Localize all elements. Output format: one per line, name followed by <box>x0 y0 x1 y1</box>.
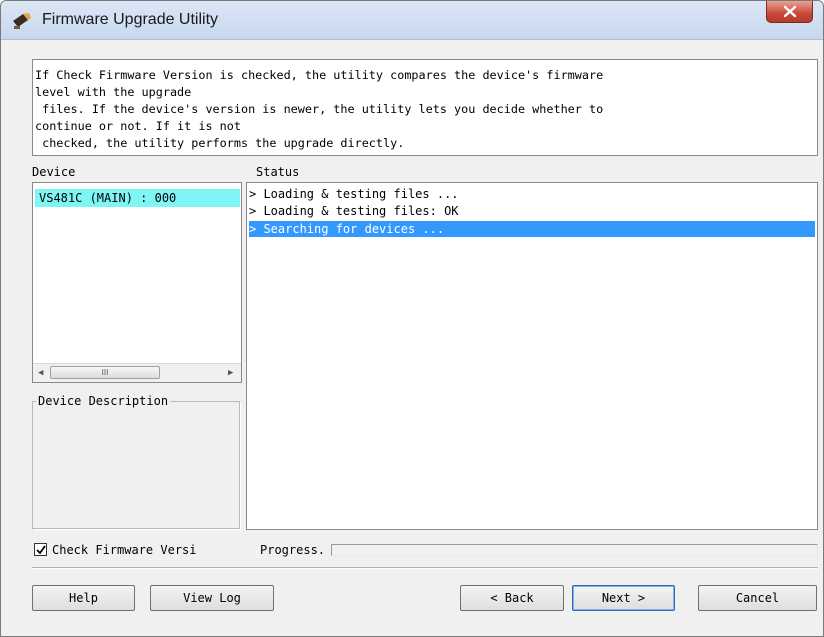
close-button[interactable] <box>766 1 813 23</box>
view-log-button[interactable]: View Log <box>150 585 274 611</box>
status-line: > Loading & testing files: OK <box>249 204 459 218</box>
next-button[interactable]: Next > <box>572 585 675 611</box>
device-list-scrollbar[interactable]: ◀ III ▶ <box>33 363 241 382</box>
scroll-right-icon[interactable]: ▶ <box>228 368 233 378</box>
check-firmware-label[interactable]: Check Firmware Versi <box>52 542 197 558</box>
progress-label: Progress. <box>260 543 326 557</box>
status-line-selected: > Searching for devices ... <box>249 221 815 237</box>
cancel-button[interactable]: Cancel <box>698 585 817 611</box>
status-label: Status <box>256 165 300 179</box>
scrollbar-thumb[interactable]: III <box>50 366 160 379</box>
separator <box>32 567 818 569</box>
firmware-upgrade-window: Firmware Upgrade Utility If Check Firmwa… <box>0 0 824 637</box>
description-text: If Check Firmware Version is checked, th… <box>35 68 604 150</box>
device-description-group: Device Description <box>32 393 241 530</box>
description-box: If Check Firmware Version is checked, th… <box>32 59 818 156</box>
status-list[interactable]: > Loading & testing files ... > Loading … <box>246 182 818 530</box>
progress-bar <box>331 544 818 556</box>
close-icon <box>783 5 797 18</box>
checkmark-icon <box>36 545 46 555</box>
device-list-item[interactable]: VS481C (MAIN) : 000 <box>35 189 240 207</box>
back-button[interactable]: < Back <box>460 585 564 611</box>
status-line: > Loading & testing files ... <box>249 187 459 201</box>
scroll-left-icon[interactable]: ◀ <box>38 368 43 378</box>
device-label: Device <box>32 165 76 179</box>
device-list[interactable]: VS481C (MAIN) : 000 ◀ III ▶ <box>32 182 242 383</box>
window-title: Firmware Upgrade Utility <box>42 11 219 28</box>
title-bar[interactable]: Firmware Upgrade Utility <box>1 1 823 40</box>
firmware-plug-icon <box>12 12 32 30</box>
help-button[interactable]: Help <box>32 585 135 611</box>
check-firmware-checkbox[interactable] <box>34 543 47 556</box>
device-description-label: Device Description <box>36 393 171 409</box>
